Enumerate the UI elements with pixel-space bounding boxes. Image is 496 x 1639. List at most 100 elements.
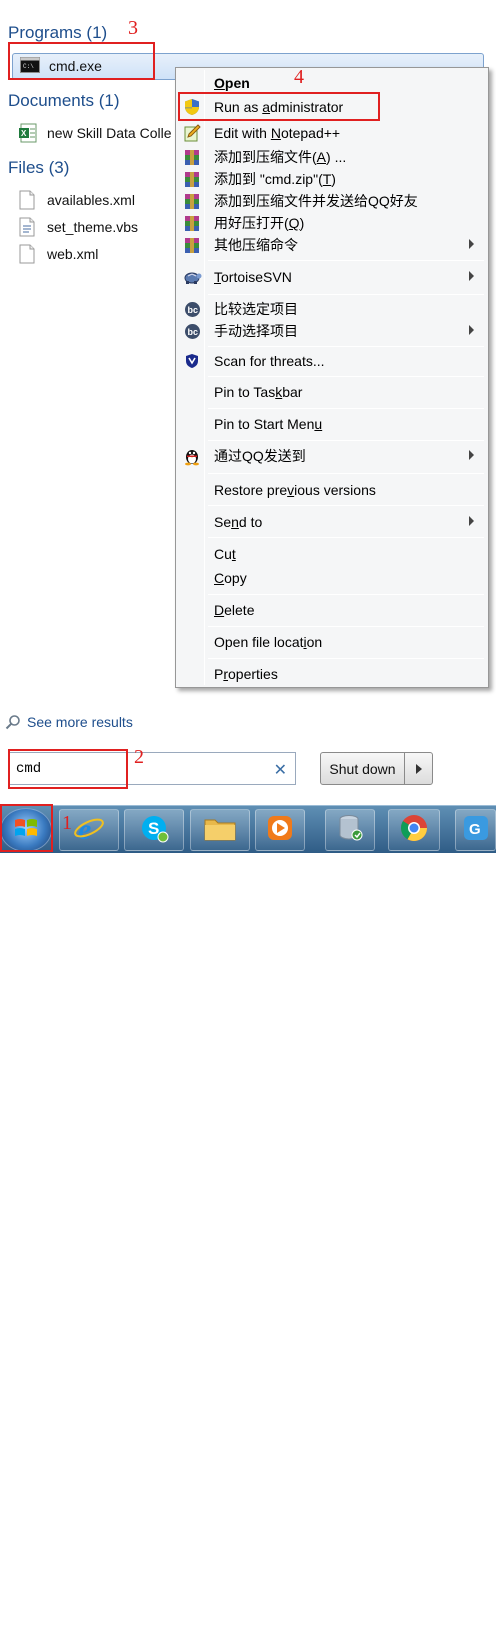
annotation-number-3: 3 xyxy=(128,17,138,39)
menu-item-label: 手动选择项目 xyxy=(214,323,298,339)
menu-item-open[interactable]: Open xyxy=(178,72,486,94)
menu-item-send-to[interactable]: Send to xyxy=(178,511,486,533)
clear-search-icon[interactable]: ✕ xyxy=(274,760,287,780)
taskbar-database[interactable] xyxy=(325,809,375,851)
menu-item-edit-notepad[interactable]: Edit with Notepad++ xyxy=(178,122,486,144)
annotation-box-run-as-admin xyxy=(178,92,380,121)
menu-item-label: Open xyxy=(214,75,250,91)
menu-item-tortoisesvn[interactable]: TortoiseSVN xyxy=(178,266,486,288)
menu-item-properties[interactable]: Properties xyxy=(178,663,486,685)
file-result-set-theme[interactable]: set_theme.vbs xyxy=(18,215,138,239)
menu-item-open-haozip[interactable]: 用好压打开(Q) xyxy=(178,212,486,234)
taskbar: e S G http://blog.csdn.net/qq_3... xyxy=(0,805,496,1639)
menu-separator xyxy=(208,658,484,659)
file-result-web[interactable]: web.xml xyxy=(18,242,98,266)
taskbar-app[interactable]: G xyxy=(455,809,496,851)
winrar-icon xyxy=(181,235,203,255)
submenu-arrow-icon xyxy=(469,271,474,281)
qq-penguin-icon xyxy=(181,446,203,466)
menu-item-delete[interactable]: Delete xyxy=(178,599,486,621)
menu-item-restore-previous[interactable]: Restore previous versions xyxy=(178,479,486,501)
menu-item-label: Properties xyxy=(214,666,278,682)
menu-item-label: Pin to Start Menu xyxy=(214,416,323,432)
menu-item-label: 比较选定项目 xyxy=(214,301,298,317)
menu-item-label: Cut xyxy=(214,546,236,562)
menu-item-add-cmd-zip[interactable]: 添加到 "cmd.zip"(T) xyxy=(178,168,486,190)
annotation-box-start xyxy=(0,804,53,852)
submenu-arrow-icon xyxy=(469,325,474,335)
menu-item-label: TortoiseSVN xyxy=(214,269,292,285)
menu-item-label: Scan for threats... xyxy=(214,353,325,369)
winrar-icon xyxy=(181,169,203,189)
menu-item-label: Delete xyxy=(214,602,255,618)
menu-separator xyxy=(208,473,484,474)
document-result[interactable]: X new Skill Data Colle xyxy=(18,121,172,145)
menu-item-label: Restore previous versions xyxy=(214,482,376,498)
winrar-icon xyxy=(181,191,203,211)
submenu-arrow-icon xyxy=(469,450,474,460)
shut-down-button[interactable]: Shut down xyxy=(320,752,405,785)
menu-item-send-qq[interactable]: 通过QQ发送到 xyxy=(178,445,486,467)
menu-item-label: 用好压打开(Q) xyxy=(214,215,305,231)
winrar-icon xyxy=(181,213,203,233)
watermark-text: http://blog.csdn.net/qq_3... xyxy=(150,1624,304,1639)
file-result-label: availables.xml xyxy=(47,192,135,208)
notepad-plus-icon xyxy=(181,123,203,143)
file-result-availables[interactable]: availables.xml xyxy=(18,188,135,212)
annotation-number-2: 2 xyxy=(134,746,144,768)
menu-item-copy[interactable]: Copy xyxy=(178,567,486,589)
tortoise-icon xyxy=(181,267,203,287)
menu-separator xyxy=(208,294,484,295)
submenu-arrow-icon xyxy=(469,239,474,249)
see-more-results-label: See more results xyxy=(27,714,133,730)
menu-item-manual-select[interactable]: bc 手动选择项目 xyxy=(178,320,486,342)
search-icon xyxy=(5,714,21,730)
taskbar-media-player[interactable] xyxy=(255,809,305,851)
menu-item-add-archive[interactable]: 添加到压缩文件(A) ... xyxy=(178,146,486,168)
menu-separator xyxy=(208,440,484,441)
mcafee-shield-icon xyxy=(181,351,203,371)
menu-item-cut[interactable]: Cut xyxy=(178,543,486,565)
menu-separator xyxy=(208,594,484,595)
menu-item-label: Pin to Taskbar xyxy=(214,384,303,400)
shut-down-label: Shut down xyxy=(329,760,396,777)
menu-item-pin-taskbar[interactable]: Pin to Taskbar xyxy=(178,381,486,403)
file-result-label: web.xml xyxy=(47,246,99,262)
menu-item-label: Edit with Notepad++ xyxy=(214,125,341,141)
menu-item-label: Open file location xyxy=(214,634,323,650)
menu-item-label: 添加到 "cmd.zip"(T) xyxy=(214,171,336,187)
menu-item-compare-selected[interactable]: bc 比较选定项目 xyxy=(178,298,486,320)
menu-item-pin-start[interactable]: Pin to Start Menu xyxy=(178,413,486,435)
shut-down-options-button[interactable] xyxy=(404,752,433,785)
taskbar-chrome[interactable] xyxy=(388,809,440,851)
menu-item-add-send-qq[interactable]: 添加到压缩文件并发送给QQ好友 xyxy=(178,190,486,212)
menu-item-label: Send to xyxy=(214,514,263,530)
programs-group-title: Programs (1) xyxy=(8,23,108,42)
menu-separator xyxy=(208,505,484,506)
menu-item-label: 其他压缩命令 xyxy=(214,237,298,253)
beyond-compare-icon: bc xyxy=(181,321,203,341)
menu-item-label: Copy xyxy=(214,570,247,586)
menu-separator xyxy=(208,537,484,538)
document-result-label: new Skill Data Colle xyxy=(47,125,172,141)
svg-text:bc: bc xyxy=(187,305,198,315)
file-result-label: set_theme.vbs xyxy=(47,219,139,235)
see-more-results-link[interactable]: See more results xyxy=(5,711,133,733)
menu-item-scan-threats[interactable]: Scan for threats... xyxy=(178,350,486,372)
taskbar-skype[interactable]: S xyxy=(124,809,184,851)
explorer-folder-icon xyxy=(203,814,237,847)
taskbar-explorer[interactable] xyxy=(190,809,250,851)
menu-item-other-compress[interactable]: 其他压缩命令 xyxy=(178,234,486,256)
menu-separator xyxy=(208,376,484,377)
svg-text:X: X xyxy=(21,129,27,138)
menu-item-label: 添加到压缩文件并发送给QQ好友 xyxy=(214,193,418,209)
annotation-box-search xyxy=(8,749,128,789)
svg-text:e: e xyxy=(78,813,91,844)
annotation-number-4: 4 xyxy=(294,66,304,88)
database-icon xyxy=(336,813,364,848)
context-menu: Open Run as administrator Edit with Note… xyxy=(175,67,489,688)
internet-explorer-icon: e xyxy=(73,812,105,849)
svg-text:G: G xyxy=(469,821,481,838)
menu-item-open-file-location[interactable]: Open file location xyxy=(178,631,486,653)
chevron-right-icon xyxy=(416,764,422,774)
